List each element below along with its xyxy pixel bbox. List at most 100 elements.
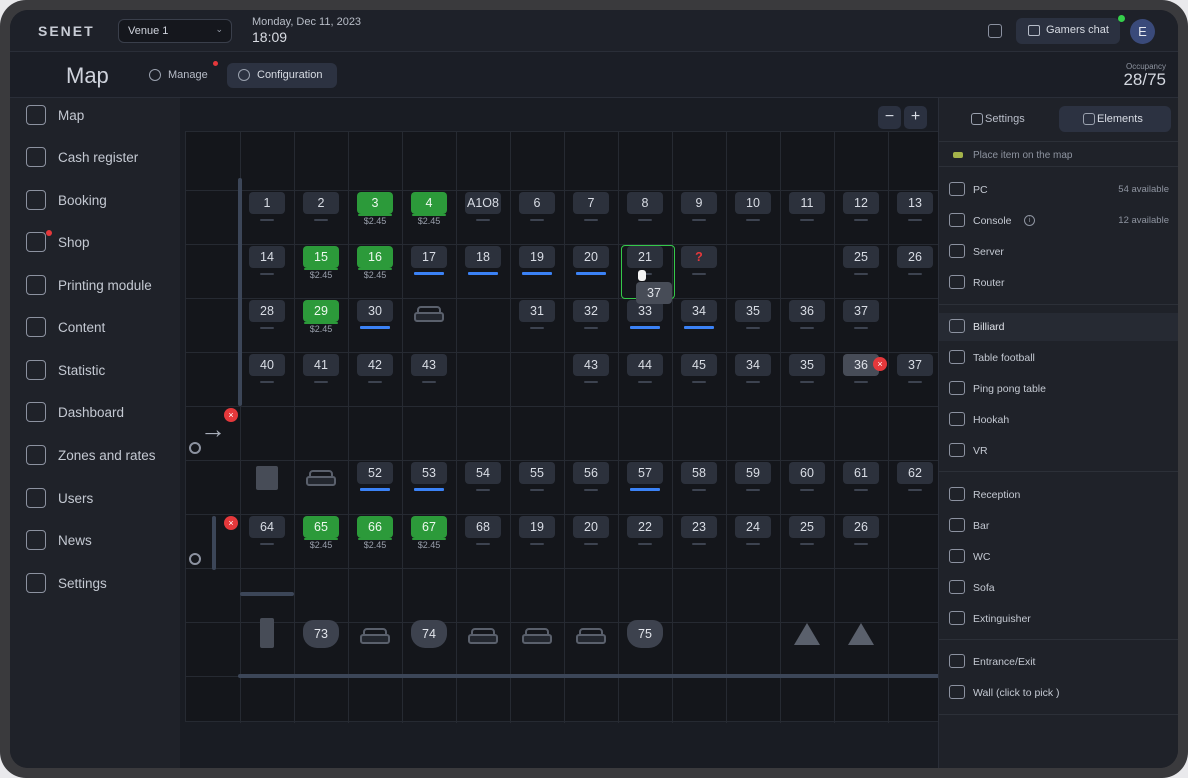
pc-station[interactable]: 56 — [573, 462, 609, 484]
pc-station[interactable]: 64 — [249, 516, 285, 538]
close-icon[interactable]: × — [873, 357, 887, 371]
console-gamepad[interactable]: 74 — [411, 620, 447, 648]
pc-station[interactable]: 66 — [357, 516, 393, 538]
console-gamepad[interactable]: 73 — [303, 620, 339, 648]
pc-station[interactable]: 36 — [789, 300, 825, 322]
zoom-out-button[interactable]: − — [878, 106, 901, 129]
billiard-icon[interactable] — [794, 623, 820, 645]
element-wc[interactable]: WC — [939, 543, 1178, 571]
wall-segment[interactable] — [240, 592, 294, 596]
element-hookah[interactable]: Hookah — [939, 406, 1178, 434]
receipt-icon[interactable] — [988, 24, 1002, 38]
pc-station[interactable]: 13 — [897, 192, 933, 214]
arrow-right-icon[interactable]: → — [200, 414, 226, 445]
user-avatar[interactable]: E — [1130, 19, 1155, 44]
pc-station[interactable]: 14 — [249, 246, 285, 268]
element-vr[interactable]: VR — [939, 437, 1178, 465]
pc-station[interactable]: 9 — [681, 192, 717, 214]
pc-station[interactable]: 35 — [789, 354, 825, 376]
sidebar-item-users[interactable]: Users — [10, 483, 180, 513]
pc-station[interactable]: 34 — [735, 354, 771, 376]
pc-station[interactable]: 59 — [735, 462, 771, 484]
element-server[interactable]: Server — [939, 238, 1178, 266]
wall-segment[interactable] — [238, 674, 940, 678]
venue-select[interactable]: Venue 1 ⌄ — [118, 19, 232, 43]
pc-station[interactable]: 34 — [681, 300, 717, 322]
element-router[interactable]: Router — [939, 269, 1178, 297]
wall-segment[interactable] — [212, 516, 216, 570]
pc-station[interactable]: 8 — [627, 192, 663, 214]
element-billiard[interactable]: Billiard — [939, 313, 1178, 341]
pc-station[interactable]: 28 — [249, 300, 285, 322]
sidebar-item-zones-and-rates[interactable]: Zones and rates — [10, 440, 180, 470]
pc-station[interactable]: 41 — [303, 354, 339, 376]
pc-station[interactable]: 23 — [681, 516, 717, 538]
pc-station[interactable]: 35 — [735, 300, 771, 322]
close-icon[interactable]: × — [224, 516, 238, 530]
pc-station[interactable]: 20 — [573, 246, 609, 268]
pc-station[interactable]: 16 — [357, 246, 393, 268]
close-icon[interactable]: × — [224, 408, 238, 422]
pc-station[interactable]: 30 — [357, 300, 393, 322]
billiard-icon[interactable] — [848, 623, 874, 645]
pc-station[interactable]: 17 — [411, 246, 447, 268]
sidebar-item-news[interactable]: News — [10, 525, 180, 555]
pc-station[interactable]: 25 — [843, 246, 879, 268]
pc-station[interactable]: 3 — [357, 192, 393, 214]
element-console[interactable]: Console i 12 available — [939, 207, 1178, 235]
pc-station[interactable]: 32 — [573, 300, 609, 322]
pc-station[interactable]: 26 — [897, 246, 933, 268]
pc-station[interactable]: 11 — [789, 192, 825, 214]
sofa-icon[interactable] — [468, 626, 498, 646]
sidebar-item-settings[interactable]: Settings — [10, 568, 180, 598]
pc-station[interactable]: 37 — [843, 300, 879, 322]
tab-elements[interactable]: Elements — [1059, 106, 1171, 132]
sidebar-item-dashboard[interactable]: Dashboard — [10, 397, 180, 427]
pc-station[interactable]: 43 — [573, 354, 609, 376]
pc-station[interactable]: 44 — [627, 354, 663, 376]
tab-configuration[interactable]: Configuration — [227, 63, 337, 88]
sidebar-item-content[interactable]: Content — [10, 312, 180, 342]
pc-station[interactable]: 61 — [843, 462, 879, 484]
pc-station[interactable]: 25 — [789, 516, 825, 538]
element-wall[interactable]: Wall (click to pick ) — [939, 679, 1178, 707]
server-icon[interactable] — [260, 618, 274, 648]
element-table-football[interactable]: Table football — [939, 344, 1178, 372]
sofa-icon[interactable] — [414, 304, 444, 324]
pc-station[interactable]: 18 — [465, 246, 501, 268]
element-ping-pong-table[interactable]: Ping pong table — [939, 375, 1178, 403]
pc-station[interactable]: 45 — [681, 354, 717, 376]
pc-station[interactable]: 58 — [681, 462, 717, 484]
pc-station[interactable]: 12 — [843, 192, 879, 214]
pc-station[interactable]: 40 — [249, 354, 285, 376]
pc-station[interactable]: 10 — [735, 192, 771, 214]
sofa-icon[interactable] — [360, 626, 390, 646]
pc-station[interactable]: 62 — [897, 462, 933, 484]
sidebar-item-map[interactable]: Map — [10, 100, 180, 130]
pc-station[interactable]: 29 — [303, 300, 339, 322]
element-reception[interactable]: Reception — [939, 481, 1178, 509]
pc-station[interactable]: 19 — [519, 246, 555, 268]
pc-station[interactable]: 19 — [519, 516, 555, 538]
element-pc[interactable]: PC 54 available — [939, 176, 1178, 204]
pc-station[interactable]: 65 — [303, 516, 339, 538]
pc-station[interactable]: 7 — [573, 192, 609, 214]
pc-station[interactable]: 22 — [627, 516, 663, 538]
sidebar-item-cash-register[interactable]: Cash register — [10, 142, 180, 172]
pc-station[interactable]: 53 — [411, 462, 447, 484]
pc-station[interactable]: 6 — [519, 192, 555, 214]
reception-icon[interactable] — [256, 466, 278, 490]
element-entrance-exit[interactable]: Entrance/Exit — [939, 648, 1178, 676]
sofa-icon[interactable] — [522, 626, 552, 646]
pc-station[interactable]: 37 — [897, 354, 933, 376]
pc-station[interactable]: ? — [681, 246, 717, 268]
wall-segment[interactable] — [238, 178, 242, 406]
zoom-in-button[interactable]: + — [904, 106, 927, 129]
pc-station[interactable]: 2 — [303, 192, 339, 214]
pc-station[interactable]: 68 — [465, 516, 501, 538]
sidebar-item-shop[interactable]: Shop — [10, 227, 180, 257]
pc-station[interactable]: 31 — [519, 300, 555, 322]
pc-station[interactable]: 52 — [357, 462, 393, 484]
pc-station[interactable]: 4 — [411, 192, 447, 214]
pc-station[interactable]: 15 — [303, 246, 339, 268]
